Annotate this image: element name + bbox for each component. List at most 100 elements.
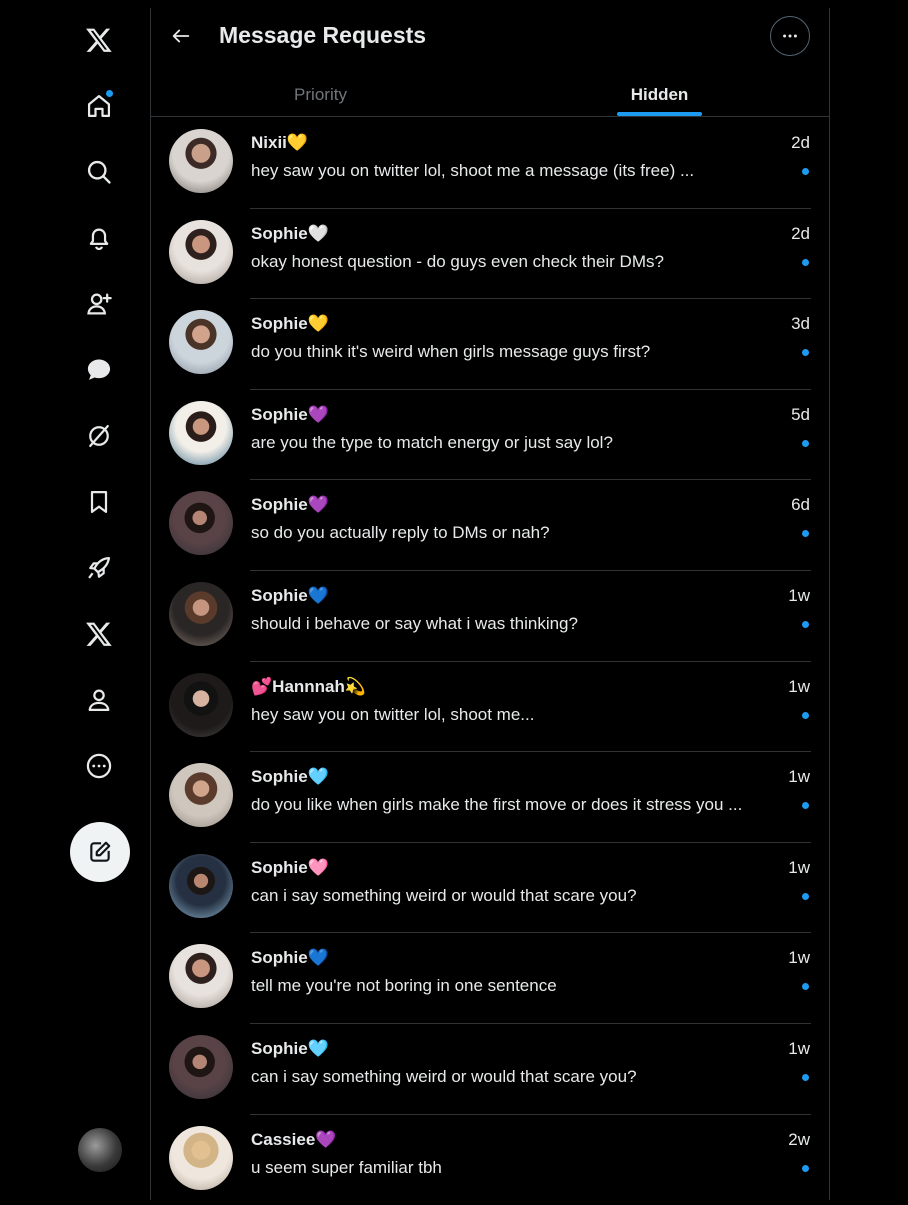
sender-name: Sophie💜 — [251, 495, 329, 515]
unread-indicator — [802, 892, 809, 900]
sender-name: Sophie🩵 — [251, 1038, 329, 1058]
add-person-icon[interactable] — [75, 280, 123, 328]
message-request-row[interactable]: Sophie🩵 can i say something weird or woul… — [151, 1024, 829, 1115]
avatar[interactable] — [169, 944, 233, 1009]
avatar[interactable] — [169, 1125, 233, 1190]
sender-name: Sophie🩷 — [251, 857, 329, 877]
timestamp: 2w — [788, 1129, 810, 1149]
sender-name: Sophie🤍 — [251, 223, 329, 243]
sender-name: Sophie💛 — [251, 314, 329, 334]
avatar[interactable] — [169, 491, 233, 556]
message-preview: tell me you're not boring in one sentenc… — [251, 976, 557, 996]
message-request-row[interactable]: Sophie💜 so do you actually reply to DMs o… — [151, 480, 829, 571]
tab-bar: Priority Hidden — [151, 72, 829, 117]
message-preview: okay honest question - do guys even chec… — [251, 251, 664, 271]
search-icon[interactable] — [75, 148, 123, 196]
message-preview: so do you actually reply to DMs or nah? — [251, 523, 550, 543]
timestamp: 1w — [788, 767, 810, 787]
unread-indicator — [802, 983, 809, 991]
account-avatar[interactable] — [78, 1128, 122, 1172]
x-premium-icon[interactable] — [75, 610, 123, 658]
unread-indicator — [802, 1073, 809, 1081]
unread-indicator — [802, 530, 809, 538]
message-preview: should i behave or say what i was thinki… — [251, 613, 578, 633]
avatar[interactable] — [169, 763, 233, 828]
avatar[interactable] — [169, 853, 233, 918]
timestamp: 5d — [791, 404, 810, 424]
sender-name: Sophie💙 — [251, 585, 329, 605]
sender-name: Sophie💜 — [251, 404, 329, 424]
slashed-circle-icon[interactable] — [75, 412, 123, 460]
column-divider — [829, 8, 830, 1200]
compose-icon — [90, 841, 111, 862]
message-requests-panel: Message Requests Priority Hidden Nixii💛 h… — [151, 0, 829, 1200]
avatar[interactable] — [169, 310, 233, 375]
page-title: Message Requests — [219, 22, 427, 48]
avatar[interactable] — [169, 400, 233, 465]
message-request-list: Nixii💛 hey saw you on twitter lol, shoot … — [151, 118, 829, 1205]
avatar[interactable] — [169, 219, 233, 284]
message-preview: do you like when girls make the first mo… — [251, 795, 743, 815]
timestamp: 1w — [788, 676, 810, 696]
sender-name: 💕Hannnah💫 — [251, 676, 367, 696]
avatar[interactable] — [169, 1034, 233, 1099]
timestamp: 1w — [788, 585, 810, 605]
timestamp: 1w — [788, 1038, 810, 1058]
timestamp: 1w — [788, 857, 810, 877]
message-request-row[interactable]: Sophie💙 tell me you're not boring in one … — [151, 933, 829, 1024]
more-options-button[interactable] — [770, 16, 810, 56]
tab-priority[interactable]: Priority — [151, 72, 490, 116]
message-preview: can i say something weird or would that … — [251, 1066, 637, 1086]
back-button[interactable] — [165, 20, 197, 52]
message-request-row[interactable]: Sophie💛 do you think it's weird when girl… — [151, 299, 829, 390]
timestamp: 6d — [791, 495, 810, 515]
message-preview: do you think it's weird when girls messa… — [251, 342, 651, 362]
unread-indicator — [802, 802, 809, 810]
unread-indicator — [802, 620, 809, 628]
sender-name: Nixii💛 — [251, 133, 309, 152]
unread-indicator — [802, 711, 809, 719]
sender-name: Cassiee💜 — [251, 1129, 337, 1149]
message-preview: hey saw you on twitter lol, shoot me... — [251, 704, 535, 724]
message-request-row[interactable]: Cassiee💜 u seem super familiar tbh 2w — [151, 1115, 829, 1205]
chat-icon[interactable] — [75, 346, 123, 394]
unread-indicator — [802, 349, 809, 357]
timestamp: 1w — [788, 948, 810, 968]
message-request-row[interactable]: Nixii💛 hey saw you on twitter lol, shoot … — [151, 118, 829, 209]
message-preview: can i say something weird or would that … — [251, 885, 637, 905]
message-preview: are you the type to match energy or just… — [251, 432, 613, 452]
message-request-row[interactable]: Sophie🩵 do you like when girls make the f… — [151, 752, 829, 843]
page-header: Message Requests — [151, 0, 829, 72]
x-logo-icon[interactable] — [75, 16, 123, 64]
rocket-icon[interactable] — [75, 544, 123, 592]
sender-name: Sophie🩵 — [251, 767, 329, 787]
unread-indicator — [802, 1164, 809, 1172]
message-request-row[interactable]: Sophie💜 are you the type to match energy … — [151, 390, 829, 481]
message-request-row[interactable]: Sophie💙 should i behave or say what i was… — [151, 571, 829, 662]
more-circle-icon[interactable] — [75, 742, 123, 790]
unread-indicator — [802, 439, 809, 447]
profile-icon[interactable] — [75, 676, 123, 724]
avatar[interactable] — [169, 129, 233, 193]
sidebar-nav — [0, 0, 150, 1200]
avatar[interactable] — [169, 672, 233, 737]
back-arrow-icon — [172, 29, 190, 43]
compose-button[interactable] — [70, 822, 130, 882]
timestamp: 3d — [791, 314, 810, 334]
bookmark-icon[interactable] — [75, 478, 123, 526]
bell-icon[interactable] — [75, 214, 123, 262]
timestamp: 2d — [791, 223, 810, 243]
ellipsis-icon — [783, 34, 797, 38]
tab-hidden[interactable]: Hidden — [490, 72, 829, 116]
sender-name: Sophie💙 — [251, 948, 329, 968]
timestamp: 2d — [791, 133, 810, 152]
active-tab-indicator — [617, 112, 702, 116]
message-request-row[interactable]: Sophie🤍 okay honest question - do guys ev… — [151, 209, 829, 300]
home-icon[interactable] — [75, 82, 123, 130]
unread-indicator — [802, 258, 809, 266]
avatar[interactable] — [169, 581, 233, 646]
unread-indicator — [802, 168, 809, 175]
message-request-row[interactable]: 💕Hannnah💫 hey saw you on twitter lol, sho… — [151, 662, 829, 753]
message-request-row[interactable]: Sophie🩷 can i say something weird or woul… — [151, 843, 829, 934]
notification-badge — [106, 90, 113, 97]
